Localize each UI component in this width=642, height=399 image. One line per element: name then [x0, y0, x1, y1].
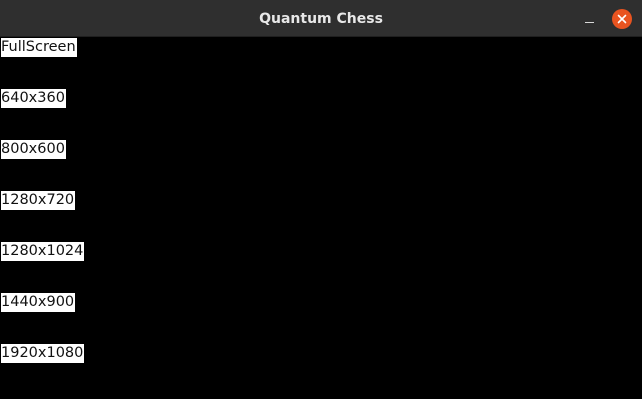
app-window: Quantum Chess FullScreen 640x360 800x600…	[0, 0, 642, 399]
option-1440x900[interactable]: 1440x900	[1, 293, 76, 312]
close-button[interactable]	[612, 9, 632, 29]
option-1920x1080[interactable]: 1920x1080	[1, 344, 85, 363]
option-640x360[interactable]: 640x360	[1, 89, 66, 108]
close-icon	[617, 14, 627, 24]
option-1280x1024[interactable]: 1280x1024	[1, 242, 85, 261]
option-1280x720[interactable]: 1280x720	[1, 191, 76, 210]
resolution-menu: FullScreen 640x360 800x600 1280x720 1280…	[1, 38, 641, 398]
option-800x600[interactable]: 800x600	[1, 140, 66, 159]
title-bar[interactable]: Quantum Chess	[0, 0, 642, 37]
option-fullscreen[interactable]: FullScreen	[1, 38, 77, 57]
window-title: Quantum Chess	[259, 11, 383, 27]
minimize-button[interactable]	[580, 10, 598, 28]
